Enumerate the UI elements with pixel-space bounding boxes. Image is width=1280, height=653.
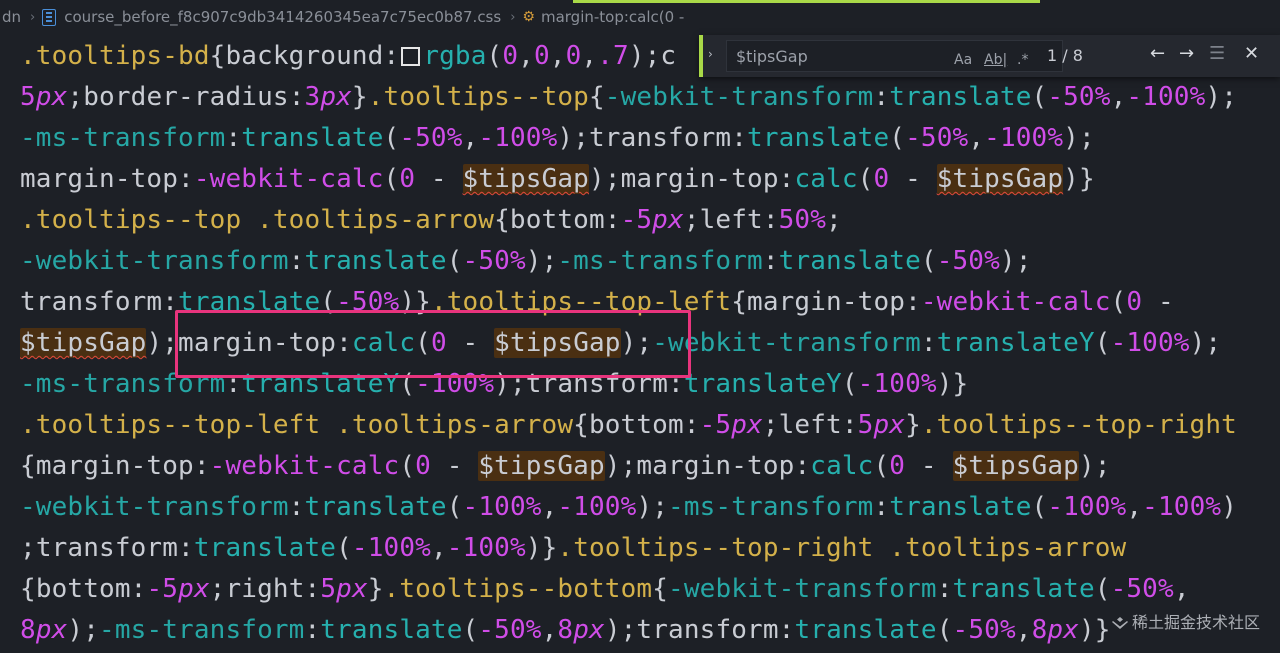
find-input[interactable]: $tipsGap Aa Ab| .* — [726, 40, 1063, 72]
find-input-value[interactable]: $tipsGap — [736, 47, 808, 66]
editor-accent-bar — [573, 0, 1040, 3]
code-line: .tooltips--top-left .tooltips-arrow{bott… — [20, 410, 1237, 440]
close-icon[interactable]: ✕ — [1244, 43, 1259, 64]
whole-word-icon[interactable]: Ab| — [984, 52, 1007, 68]
search-match: $tipsGap — [20, 328, 147, 358]
find-widget-edge[interactable] — [699, 35, 703, 77]
search-match: $tipsGap — [478, 451, 605, 481]
annotation-highlight-box — [175, 310, 691, 378]
code-line: margin-top:-webkit-calc(0 - $tipsGap);ma… — [20, 164, 1095, 194]
match-case-icon[interactable]: Aa — [954, 52, 972, 68]
code-line: .tooltips-bd{background: rgba(0,0,0,.7);c — [20, 41, 677, 71]
code-line: 5px;border-radius:3px}.tooltips--top{-we… — [20, 82, 1238, 112]
breadcrumb-folder[interactable]: dn — [0, 8, 21, 26]
breadcrumb-symbol[interactable]: margin-top:calc(0 - — [541, 8, 684, 26]
chevron-right-icon: › — [30, 9, 36, 25]
toggle-replace-icon[interactable]: › — [708, 47, 713, 61]
code-line: {bottom:-5px;right:5px}.tooltips--bottom… — [20, 574, 1190, 604]
watermark: 稀土掘金技术社区 — [1111, 609, 1260, 633]
breadcrumb: dn › course_before_f8c907c9db3414260345e… — [0, 0, 1280, 34]
code-line: 8px);-ms-transform:translate(-50%,8px);t… — [20, 615, 1111, 645]
arrow-left-icon[interactable]: ← — [1150, 43, 1165, 64]
code-line: -webkit-transform:translate(-100%,-100%)… — [20, 492, 1238, 522]
watermark-text: 稀土掘金技术社区 — [1131, 613, 1260, 632]
code-line: ;transform:translate(-100%,-100%)}.toolt… — [20, 533, 1127, 563]
color-swatch[interactable] — [401, 47, 421, 66]
find-in-selection-icon[interactable]: ☰ — [1209, 43, 1225, 64]
code-line: .tooltips--top .tooltips-arrow{bottom:-5… — [20, 205, 842, 235]
arrow-right-icon[interactable]: → — [1179, 43, 1194, 64]
regex-icon[interactable]: .* — [1017, 52, 1028, 68]
chevron-right-icon: › — [510, 9, 516, 25]
css-file-icon — [42, 8, 57, 26]
juejin-logo-icon — [1111, 617, 1128, 629]
match-count: 1 / 8 — [1047, 46, 1083, 65]
search-match: $tipsGap — [462, 164, 589, 194]
code-line: {margin-top:-webkit-calc(0 - $tipsGap);m… — [20, 451, 1111, 481]
symbol-property-icon: ⚙ — [522, 9, 535, 25]
find-widget: › $tipsGap Aa Ab| .* 1 / 8 ← → ☰ ✕ — [699, 35, 1280, 77]
search-match: $tipsGap — [952, 451, 1079, 481]
breadcrumb-file[interactable]: course_before_f8c907c9db3414260345ea7c75… — [64, 8, 501, 26]
code-line: -ms-transform:translate(-50%,-100%);tran… — [20, 123, 1095, 153]
code-line: -webkit-transform:translate(-50%);-ms-tr… — [20, 246, 1032, 276]
search-match: $tipsGap — [936, 164, 1064, 194]
